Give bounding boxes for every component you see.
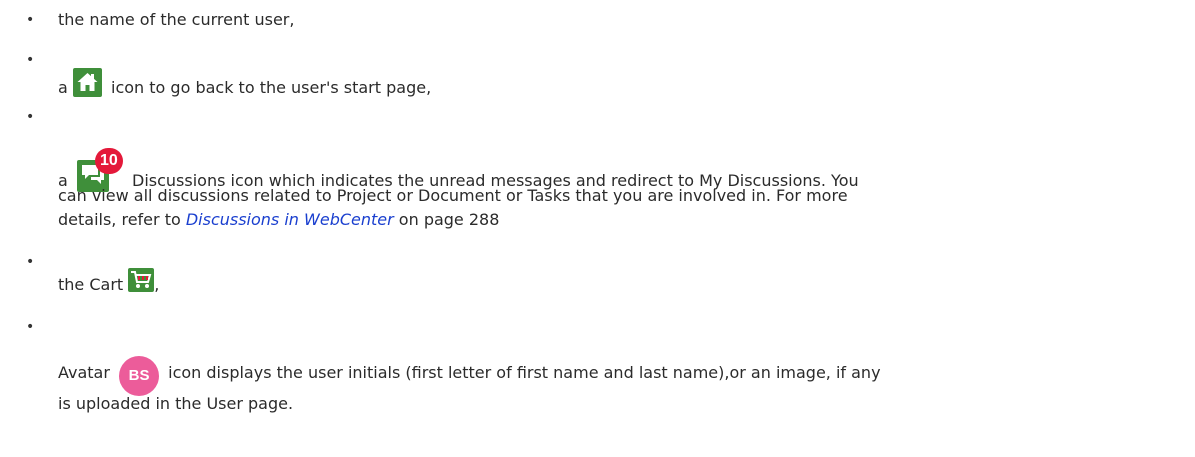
bullet: • — [26, 254, 35, 270]
item-line1: icon displays the user initials (first l… — [168, 363, 881, 382]
item-text-block: can view all discussions related to Proj… — [58, 184, 1178, 208]
item-prefix: a — [58, 78, 68, 97]
item-line3-post: on page 288 — [398, 210, 500, 229]
cart-icon[interactable] — [128, 268, 155, 292]
home-icon[interactable] — [72, 68, 102, 97]
bullet: • — [26, 109, 35, 125]
bullet: • — [26, 319, 35, 335]
bullet: • — [26, 52, 35, 68]
avatar[interactable]: BS — [119, 356, 160, 396]
item-text-block: the name of the current user, — [58, 8, 1178, 32]
item-text-block: details, refer to Discussions in WebCent… — [58, 208, 1178, 232]
item-text-block: is uploaded in the User page. — [58, 392, 1178, 416]
unread-count-badge: 10 — [94, 148, 123, 174]
item-text: the name of the current user, — [58, 10, 295, 29]
item-line2: is uploaded in the User page. — [58, 394, 294, 413]
bullet-list: • the name of the current user, • a icon… — [0, 0, 1195, 457]
item-suffix: , — [154, 275, 160, 294]
item-text-block: the Cart , — [58, 268, 1178, 297]
discussions-link[interactable]: Discussions in WebCenter — [186, 210, 394, 229]
item-text-block: a icon to go back to the user's start pa… — [58, 68, 1178, 100]
item-prefix: Avatar — [58, 363, 110, 382]
item-suffix: icon to go back to the user's start page… — [111, 78, 432, 97]
item-prefix: the Cart — [58, 275, 124, 294]
item-text-block: Avatar BS icon displays the user initial… — [58, 356, 1178, 396]
bullet: • — [26, 12, 35, 28]
item-line2: can view all discussions related to Proj… — [58, 186, 848, 205]
item-line3-pre: details, refer to — [58, 210, 181, 229]
